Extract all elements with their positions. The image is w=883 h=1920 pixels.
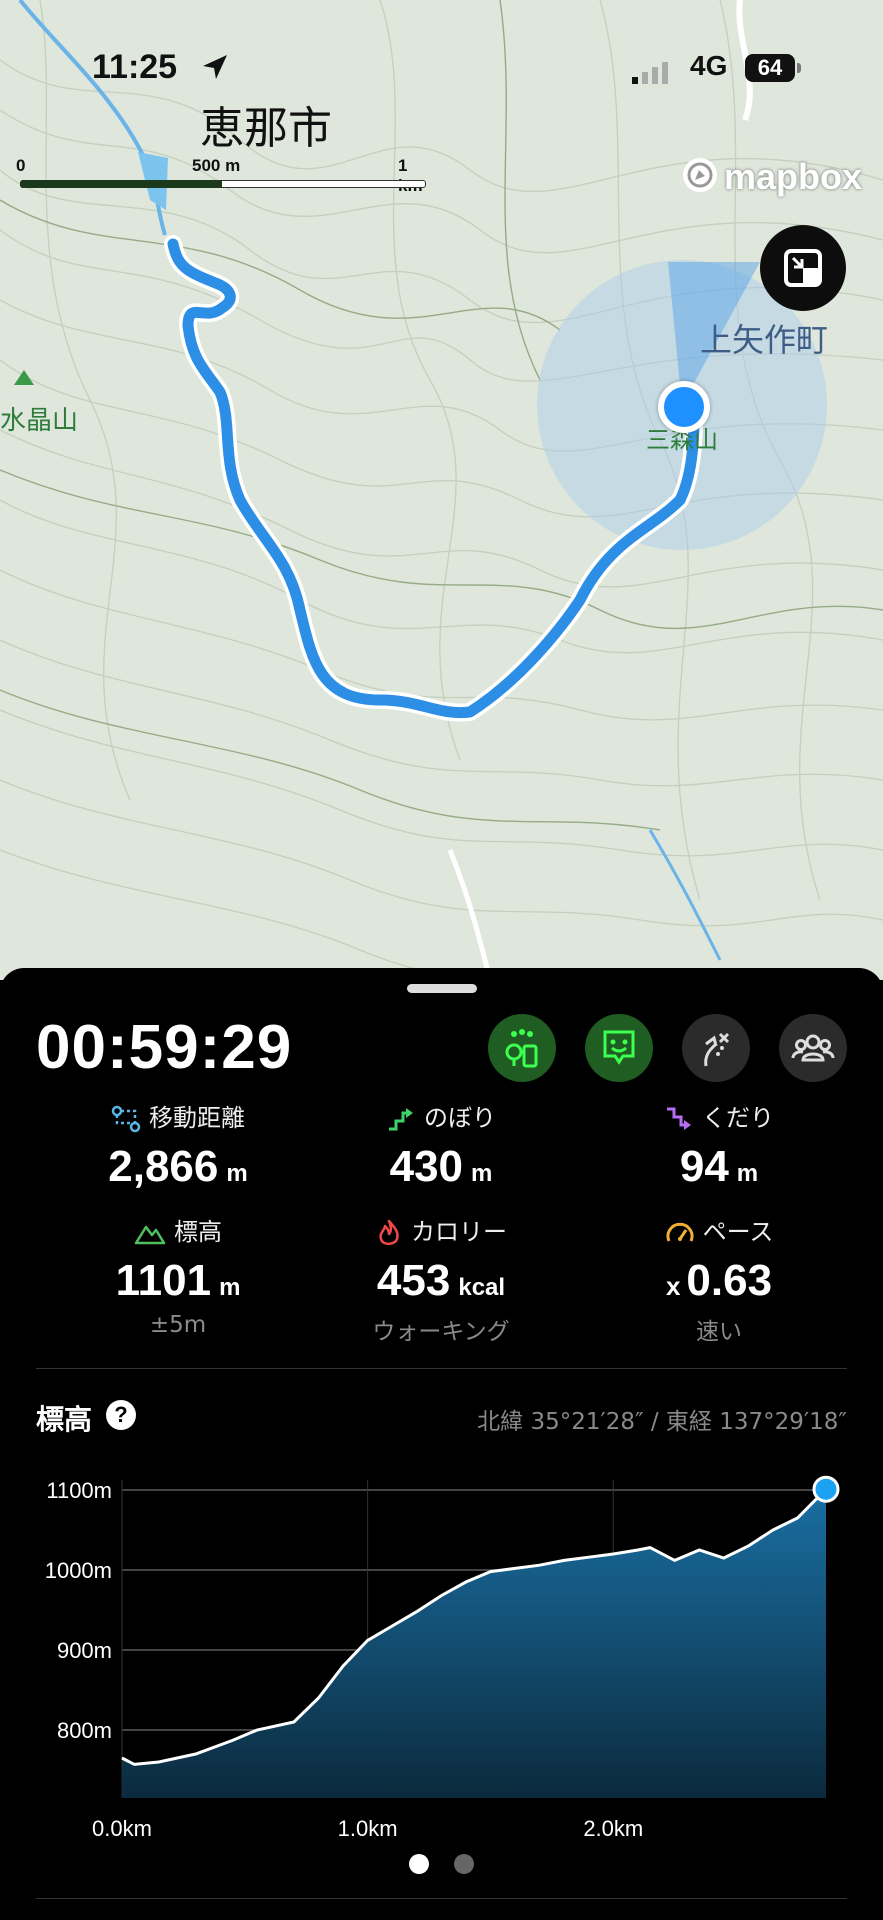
elapsed-timer: 00:59:29 [36, 1013, 293, 1082]
collapse-icon [784, 249, 822, 287]
y-tick-label: 1100m [46, 1478, 112, 1503]
stat-pace-value: 0.63 [686, 1256, 773, 1305]
map-marker-icon [505, 1029, 538, 1068]
y-tick-label: 900m [57, 1638, 112, 1663]
drag-handle[interactable] [407, 984, 477, 993]
elevation-chart[interactable]: 1100m 1000m 900m 800m 0.0km 1.0km 2.0km [0, 1440, 883, 1850]
map-label-town: 上矢作町 [700, 321, 829, 359]
stat-activity-type: ウォーキング [372, 1319, 510, 1345]
map-view[interactable]: 水晶山 上矢作町 三森山 11:25 4G 64 恵那市 0 500 m 1 k… [0, 0, 883, 980]
stat-calories-value: 453 [376, 1256, 451, 1305]
descent-icon [667, 1107, 691, 1130]
scale-fill [20, 180, 222, 188]
elevation-title: 標高 [36, 1403, 93, 1436]
status-face-button[interactable] [585, 1014, 653, 1082]
stat-ascent: のぼり 430 m [311, 1102, 571, 1192]
battery-level: 64 [745, 54, 795, 82]
network-type: 4G [690, 50, 728, 81]
stat-descent-label: くだり [702, 1104, 774, 1132]
location-arrow-icon [203, 55, 227, 79]
stat-pace: ペース x 0.63 速い [589, 1216, 849, 1346]
stat-ascent-label: のぼり [424, 1104, 496, 1132]
stat-distance-unit: m [226, 1160, 248, 1187]
topographic-map [0, 0, 883, 980]
x-tick-label: 0.0km [92, 1816, 152, 1841]
flame-icon [379, 1219, 399, 1246]
scale-end: 1 km [398, 156, 423, 195]
mountain-icon [134, 1225, 166, 1245]
pager-dot-active[interactable] [409, 1854, 429, 1874]
x-tick-label: 2.0km [583, 1816, 643, 1841]
signal-icon [632, 62, 668, 84]
mapbox-logo-icon [683, 158, 717, 192]
stat-pace-label: ペース [702, 1218, 774, 1246]
route-icon [704, 1032, 730, 1067]
group-icon [791, 1034, 835, 1062]
stat-descent: くだり 94 m [589, 1102, 849, 1192]
collapse-map-button[interactable] [760, 225, 846, 311]
stat-distance-value: 2,866 [108, 1142, 219, 1191]
stat-elevation-unit: m [219, 1274, 241, 1301]
scale-bar: 0 500 m 1 km [16, 156, 426, 195]
status-time: 11:25 [92, 48, 178, 86]
gps-coordinates: 北緯 35°21′28″ / 東経 137°29′18″ [477, 1409, 847, 1435]
map-label-left-peak: 水晶山 [0, 406, 79, 436]
stat-calories: カロリー 453 kcal ウォーキング [311, 1216, 571, 1346]
mapbox-attribution[interactable]: mapbox [724, 156, 862, 198]
battery-tip [797, 63, 801, 73]
ascent-icon [389, 1108, 413, 1131]
stat-descent-value: 94 [679, 1142, 729, 1191]
group-button[interactable] [779, 1014, 847, 1082]
current-elevation-marker [812, 1475, 840, 1503]
speedometer-icon [666, 1222, 694, 1242]
stat-descent-unit: m [736, 1160, 759, 1187]
stat-elevation-label: 標高 [174, 1218, 222, 1246]
bottom-divider [36, 1898, 847, 1899]
y-tick-label: 1000m [45, 1558, 112, 1583]
elevation-area [122, 1489, 826, 1798]
waypoint-button[interactable] [488, 1014, 556, 1082]
face-icon [603, 1030, 635, 1065]
route-button[interactable] [682, 1014, 750, 1082]
status-bar: 11:25 4G 64 [0, 48, 883, 98]
help-icon[interactable]: ? [106, 1400, 136, 1430]
stat-calories-label: カロリー [411, 1218, 507, 1246]
x-tick-label: 1.0km [338, 1816, 398, 1841]
stat-calories-unit: kcal [458, 1274, 506, 1301]
stat-elevation-accuracy: ±5m [149, 1312, 207, 1338]
stat-ascent-value: 430 [389, 1142, 464, 1191]
pager-dot[interactable] [454, 1854, 474, 1874]
distance-icon [111, 1105, 141, 1133]
stat-ascent-unit: m [471, 1160, 493, 1187]
stat-distance-label: 移動距離 [149, 1104, 245, 1132]
stat-distance: 移動距離 2,866 m [48, 1102, 308, 1192]
stat-pace-rating: 速い [696, 1319, 742, 1345]
city-label: 恵那市 [200, 103, 332, 154]
stat-elevation-value: 1101 [115, 1256, 212, 1305]
y-tick-label: 800m [57, 1718, 112, 1743]
stat-pace-prefix: x [665, 1271, 681, 1301]
scale-zero: 0 [16, 156, 26, 175]
scale-mid: 500 m [192, 156, 241, 175]
stat-elevation: 標高 1101 m ±5m [48, 1216, 308, 1338]
current-location-marker [658, 381, 710, 433]
section-divider [36, 1368, 847, 1369]
